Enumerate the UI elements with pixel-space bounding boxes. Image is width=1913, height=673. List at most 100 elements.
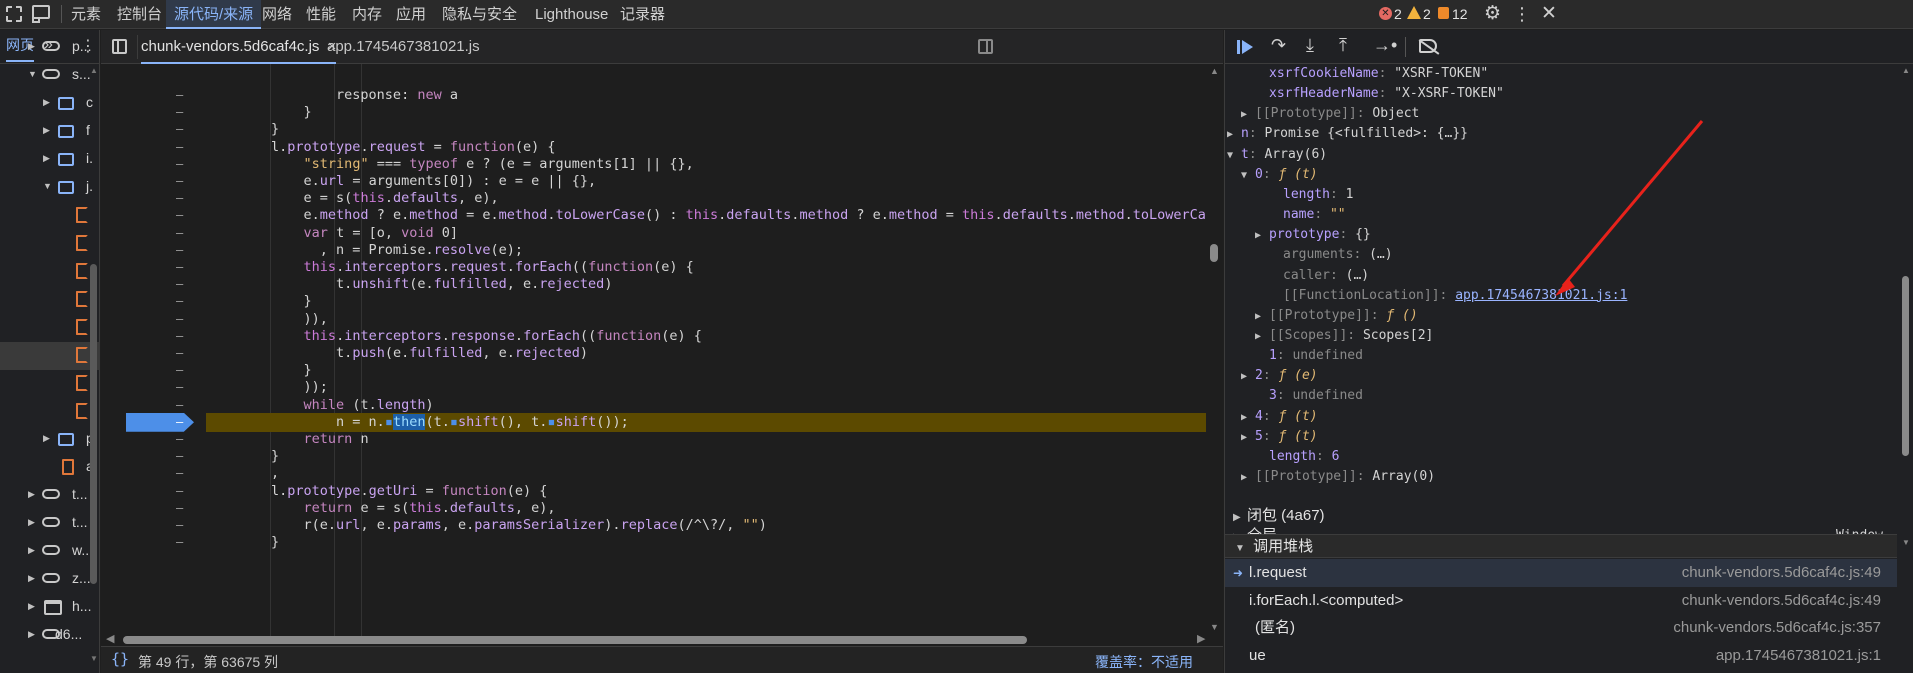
scope-variable-row[interactable]: 1: undefined — [1269, 346, 1363, 366]
navigator-tree-item[interactable]: ▶ c — [0, 90, 100, 118]
scope-variable-row[interactable]: ▼ t: Array(6) — [1227, 145, 1327, 165]
frame-location[interactable]: app.1745467381021.js:1 — [1716, 642, 1881, 670]
more-options-icon[interactable]: ⋮ — [1513, 4, 1531, 24]
gutter-line-marker[interactable]: – — [176, 329, 183, 343]
navigator-tree-item[interactable]: a — [0, 454, 100, 482]
scope-variable-row[interactable]: ▶ 5: ƒ (t) — [1241, 427, 1318, 447]
navigator-tree-item[interactable] — [0, 314, 100, 342]
scroll-right-arrow-icon[interactable]: ▶ — [1197, 632, 1205, 645]
scope-variable-row[interactable]: caller: (…) — [1283, 266, 1369, 286]
device-toolbar-icon[interactable] — [32, 5, 50, 23]
call-stack-frame[interactable]: (匿名) chunk-vendors.5d6caf4c.js:357 — [1225, 614, 1897, 642]
gutter-line-marker[interactable]: – — [176, 208, 183, 222]
gutter-line-marker[interactable]: – — [176, 260, 183, 274]
expand-triangle-icon[interactable]: ▶ — [1227, 125, 1241, 145]
navigator-tree-item[interactable] — [0, 398, 100, 426]
tree-expander-icon[interactable]: ▶ — [28, 545, 35, 556]
scroll-up-arrow-icon[interactable]: ▲ — [1902, 66, 1910, 75]
editor-vertical-scrollbar[interactable]: ▲ ▼ — [1206, 64, 1223, 639]
tree-expander-icon[interactable]: ▶ — [28, 629, 35, 640]
code-line[interactable]: , — [206, 464, 1206, 483]
tree-expander-icon[interactable]: ▶ — [28, 41, 35, 52]
scope-variable-row[interactable]: [[FunctionLocation]]: app.1745467381021.… — [1283, 286, 1627, 306]
scope-variable-row[interactable]: ▶ 2: ƒ (e) — [1241, 366, 1318, 386]
gutter-line-marker[interactable]: – — [176, 140, 183, 154]
scope-variable-row[interactable]: ▶ [[Prototype]]: Array(0) — [1241, 467, 1435, 487]
scroll-up-arrow-icon[interactable]: ▲ — [1210, 66, 1219, 76]
navigator-tree-item[interactable] — [0, 258, 100, 286]
code-line[interactable]: , n = Promise.resolve(e); — [206, 241, 1206, 260]
navigator-tree-item[interactable]: ▶ p... — [0, 34, 100, 62]
scope-variable-row[interactable]: length: 6 — [1269, 447, 1339, 467]
code-line[interactable]: t.push(e.fulfilled, e.rejected) — [206, 344, 1206, 363]
scope-variable-row[interactable]: ▶ prototype: {} — [1255, 225, 1371, 245]
expand-triangle-icon[interactable]: ▶ — [1241, 428, 1255, 448]
call-stack-frame[interactable]: ➜ l.request chunk-vendors.5d6caf4c.js:49 — [1225, 559, 1897, 587]
gutter-line-marker[interactable]: – — [176, 105, 183, 119]
expand-triangle-icon[interactable]: ▶ — [1255, 226, 1269, 246]
expand-triangle-icon[interactable]: ▶ — [1241, 468, 1255, 488]
scope-variable-row[interactable]: ▶ [[Scopes]]: Scopes[2] — [1255, 326, 1433, 346]
code-line[interactable]: } — [206, 120, 1206, 139]
scope-variable-row[interactable]: ▶ [[Prototype]]: ƒ () — [1255, 306, 1418, 326]
navigator-tree-item[interactable]: ▶ t... — [0, 482, 100, 510]
warning-icon[interactable] — [1407, 6, 1421, 19]
inline-breakpoint-icon[interactable]: ▪ — [450, 414, 458, 430]
gutter-line-marker[interactable]: – — [176, 415, 183, 429]
navigator-tree-item[interactable]: ▼ s... — [0, 62, 100, 90]
code-line[interactable]: } — [206, 103, 1206, 122]
scope-variable-row[interactable]: xsrfCookieName: "XSRF-TOKEN" — [1269, 64, 1488, 84]
editor-tab-chunk-vendors[interactable]: chunk-vendors.5d6caf4c.js × — [141, 30, 337, 64]
tree-expander-icon[interactable]: ▼ — [43, 181, 52, 191]
code-line[interactable]: l.prototype.getUri = function(e) { — [206, 482, 1206, 501]
navigator-tree-item[interactable] — [0, 202, 100, 230]
deactivate-breakpoints-icon[interactable] — [1418, 39, 1440, 55]
code-line[interactable]: this.interceptors.request.forEach((funct… — [206, 258, 1206, 277]
tree-expander-icon[interactable]: ▶ — [43, 97, 50, 108]
step-into-icon[interactable]: ⤓ — [1306, 35, 1314, 56]
tab-recorder[interactable]: 记录器 — [620, 0, 665, 29]
code-line[interactable]: r(e.url, e.params, e.paramsSerializer).r… — [206, 516, 1206, 535]
step-icon[interactable]: →• — [1373, 35, 1397, 56]
gutter-line-marker[interactable]: – — [176, 226, 183, 240]
gutter-line-marker[interactable]: – — [176, 449, 183, 463]
editor-tab-app[interactable]: app.1745467381021.js — [327, 30, 480, 64]
gutter-line-marker[interactable]: – — [176, 174, 183, 188]
navigator-tree-item[interactable] — [0, 342, 100, 370]
tree-expander-icon[interactable]: ▶ — [43, 153, 50, 164]
code-line[interactable]: "string" === typeof e ? (e = arguments[1… — [206, 155, 1206, 174]
code-line[interactable]: l.prototype.request = function(e) { — [206, 138, 1206, 157]
code-line[interactable]: } — [206, 447, 1206, 466]
code-line[interactable]: response: new a — [206, 86, 1206, 105]
scope-variable-row[interactable]: ▶ 4: ƒ (t) — [1241, 407, 1318, 427]
code-line[interactable]: } — [206, 533, 1206, 552]
scope-variable-row[interactable]: length: 1 — [1283, 185, 1353, 205]
gutter-line-marker[interactable]: – — [176, 484, 183, 498]
gutter-line-marker[interactable]: – — [176, 294, 183, 308]
code-line[interactable]: )); — [206, 378, 1206, 397]
call-stack-frame[interactable]: ue app.1745467381021.js:1 — [1225, 642, 1897, 670]
scroll-thumb[interactable] — [1210, 244, 1218, 262]
tab-memory[interactable]: 内存 — [352, 0, 382, 29]
paused-code-line[interactable]: n = n.▪then(t.▪shift(), t.▪shift()); — [206, 412, 1206, 432]
gutter-line-marker[interactable]: – — [176, 363, 183, 377]
gutter-line-marker[interactable]: – — [176, 277, 183, 291]
scope-variable-row[interactable]: ▶ [[Prototype]]: Object — [1241, 104, 1419, 124]
expand-triangle-icon[interactable]: ▶ — [1241, 105, 1255, 125]
pretty-print-icon[interactable]: {} — [111, 650, 129, 668]
step-out-icon[interactable]: ⤒ — [1339, 35, 1347, 56]
scope-value[interactable]: app.1745467381021.js:1 — [1455, 288, 1627, 303]
line-gutter[interactable]: – – – – – – – – – – – – – – – – – – – – – – – – – – – — [101, 64, 201, 639]
code-line[interactable]: e.method ? e.method = e.method.toLowerCa… — [206, 206, 1206, 225]
navigator-tree-item[interactable]: ▶ w... — [0, 538, 100, 566]
navigator-tree-item[interactable] — [0, 370, 100, 398]
expand-triangle-icon[interactable]: ▼ — [1241, 166, 1255, 186]
navigator-tree-item[interactable]: ▶ z... — [0, 566, 100, 594]
code-line[interactable]: } — [206, 361, 1206, 380]
navigator-tree-item[interactable]: ▶ h... — [0, 594, 100, 622]
gutter-line-marker[interactable]: – — [176, 501, 183, 515]
expand-triangle-icon[interactable]: ▶ — [1241, 367, 1255, 387]
step-over-icon[interactable]: ↷ — [1271, 35, 1286, 56]
scope-variable-row[interactable]: ▶ n: Promise {<fulfilled>: {…}} — [1227, 124, 1468, 144]
tab-performance[interactable]: 性能 — [306, 0, 336, 29]
